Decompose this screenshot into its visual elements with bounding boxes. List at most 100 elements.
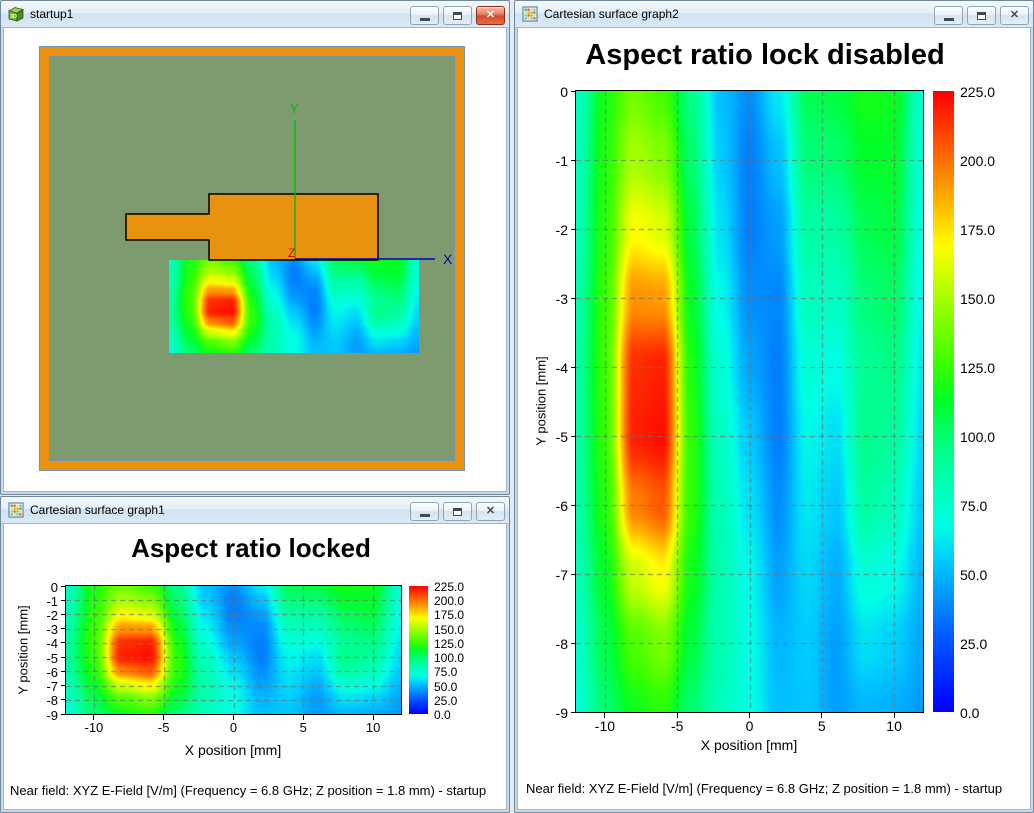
svg-text:3D: 3D <box>10 14 17 20</box>
colorbar-tick-label: 25.0 <box>960 637 1008 651</box>
colorbar-tick-label: 100.0 <box>434 652 482 664</box>
minimize-button[interactable] <box>410 6 439 25</box>
window-graph2: Cartesian surface graph2 ✕ Aspect ratio … <box>514 0 1034 813</box>
ground-board[interactable] <box>49 56 455 461</box>
x-tick-label: 0 <box>730 719 770 733</box>
graph2-xlabel: X position [mm] <box>649 737 849 753</box>
minimize-icon <box>420 514 430 517</box>
y-tick-label: -8 <box>24 694 58 707</box>
titlebar-graph1[interactable]: Cartesian surface graph1 ✕ <box>1 497 509 524</box>
y-tick-mark <box>61 614 66 615</box>
colorbar-graph2 <box>933 91 954 712</box>
colorbar-tick-label: 175.0 <box>434 609 482 621</box>
minimize-icon <box>944 18 954 21</box>
surface-grid-icon[interactable] <box>522 6 538 22</box>
x-tick-label: 5 <box>283 721 323 734</box>
x-tick-mark <box>233 715 234 720</box>
colorbar-tick-label: 0.0 <box>434 709 482 721</box>
y-tick-mark <box>61 642 66 643</box>
heatmap-graph2[interactable] <box>576 91 923 712</box>
x-tick-mark <box>894 713 895 718</box>
restore-button[interactable] <box>967 6 996 25</box>
x-tick-label: -10 <box>74 721 114 734</box>
x-tick-label: -5 <box>657 719 697 733</box>
y-tick-label: -6 <box>534 499 568 513</box>
y-tick-mark <box>61 657 66 658</box>
titlebar-graph2[interactable]: Cartesian surface graph2 ✕ <box>515 1 1033 28</box>
y-tick-mark <box>571 367 576 368</box>
close-icon: ✕ <box>1010 10 1019 21</box>
restore-button[interactable] <box>443 502 472 521</box>
colorbar-tick-label: 75.0 <box>960 499 1008 513</box>
y-tick-mark <box>571 712 576 713</box>
colorbar-tick-label: 100.0 <box>960 430 1008 444</box>
minimize-button[interactable] <box>934 6 963 25</box>
window-graph1: Cartesian surface graph1 ✕ Aspect ratio … <box>0 496 510 813</box>
y-tick-mark <box>571 643 576 644</box>
y-tick-mark <box>571 91 576 92</box>
y-tick-label: -7 <box>534 568 568 582</box>
y-tick-mark <box>61 628 66 629</box>
restore-icon <box>453 508 462 516</box>
x-tick-mark <box>821 713 822 718</box>
colorbar-tick-label: 0.0 <box>960 706 1008 720</box>
colorbar-tick-label: 225.0 <box>960 85 1008 99</box>
y-tick-mark <box>61 699 66 700</box>
y-tick-mark <box>571 505 576 506</box>
x-tick-mark <box>749 713 750 718</box>
colorbar-tick-label: 150.0 <box>960 292 1008 306</box>
y-tick-label: -3 <box>534 292 568 306</box>
graph1-status: Near field: XYZ E-Field [V/m] (Frequency… <box>10 783 486 798</box>
y-tick-label: 0 <box>534 85 568 99</box>
y-tick-mark <box>61 714 66 715</box>
mdi-workspace: { "desktop": { "background_color": "#e3e… <box>0 0 1034 813</box>
titlebar-startup1[interactable]: 3D startup1 ✕ <box>1 1 509 28</box>
y-tick-mark <box>61 671 66 672</box>
y-tick-mark <box>61 586 66 587</box>
y-tick-mark <box>571 160 576 161</box>
x-tick-mark <box>604 713 605 718</box>
heatmap-graph1[interactable] <box>66 586 401 714</box>
close-button[interactable]: ✕ <box>476 6 505 25</box>
y-tick-label: -8 <box>534 637 568 651</box>
window-title: Cartesian surface graph1 <box>30 503 165 517</box>
colorbar-tick-label: 75.0 <box>434 666 482 678</box>
cube-3d-icon[interactable]: 3D <box>8 6 24 22</box>
surface-grid-icon[interactable] <box>8 502 24 518</box>
colorbar-tick-label: 125.0 <box>960 361 1008 375</box>
restore-button[interactable] <box>443 6 472 25</box>
window-title: Cartesian surface graph2 <box>544 7 679 21</box>
close-icon: ✕ <box>486 506 495 517</box>
restore-icon <box>977 12 986 20</box>
restore-icon <box>453 12 462 20</box>
colorbar-tick-label: 150.0 <box>434 624 482 636</box>
minimize-icon <box>420 18 430 21</box>
graph2-title: Aspect ratio lock disabled <box>515 39 1015 72</box>
y-tick-label: -9 <box>24 709 58 722</box>
y-tick-label: 0 <box>24 581 58 594</box>
substrate-frame[interactable] <box>40 47 464 470</box>
y-tick-label: -1 <box>534 154 568 168</box>
colorbar-tick-label: 175.0 <box>960 223 1008 237</box>
x-tick-label: 5 <box>802 719 842 733</box>
field-heatmap-3d[interactable] <box>169 260 419 353</box>
minimize-button[interactable] <box>410 502 439 521</box>
y-tick-mark <box>571 436 576 437</box>
y-tick-mark <box>571 229 576 230</box>
colorbar-tick-label: 200.0 <box>960 154 1008 168</box>
colorbar-tick-label: 50.0 <box>434 681 482 693</box>
x-tick-mark <box>373 715 374 720</box>
colorbar-tick-label: 25.0 <box>434 695 482 707</box>
y-tick-mark <box>571 574 576 575</box>
y-tick-mark <box>61 600 66 601</box>
x-tick-mark <box>677 713 678 718</box>
graph2-status: Near field: XYZ E-Field [V/m] (Frequency… <box>526 781 1002 796</box>
graph1-xlabel: X position [mm] <box>133 742 333 758</box>
colorbar-tick-label: 225.0 <box>434 581 482 593</box>
close-button[interactable]: ✕ <box>476 502 505 521</box>
colorbar-tick-label: 200.0 <box>434 595 482 607</box>
graph2-ylabel: Y position [mm] <box>534 356 549 445</box>
close-button[interactable]: ✕ <box>1000 6 1029 25</box>
colorbar-tick-label: 125.0 <box>434 638 482 650</box>
x-tick-label: 0 <box>214 721 254 734</box>
